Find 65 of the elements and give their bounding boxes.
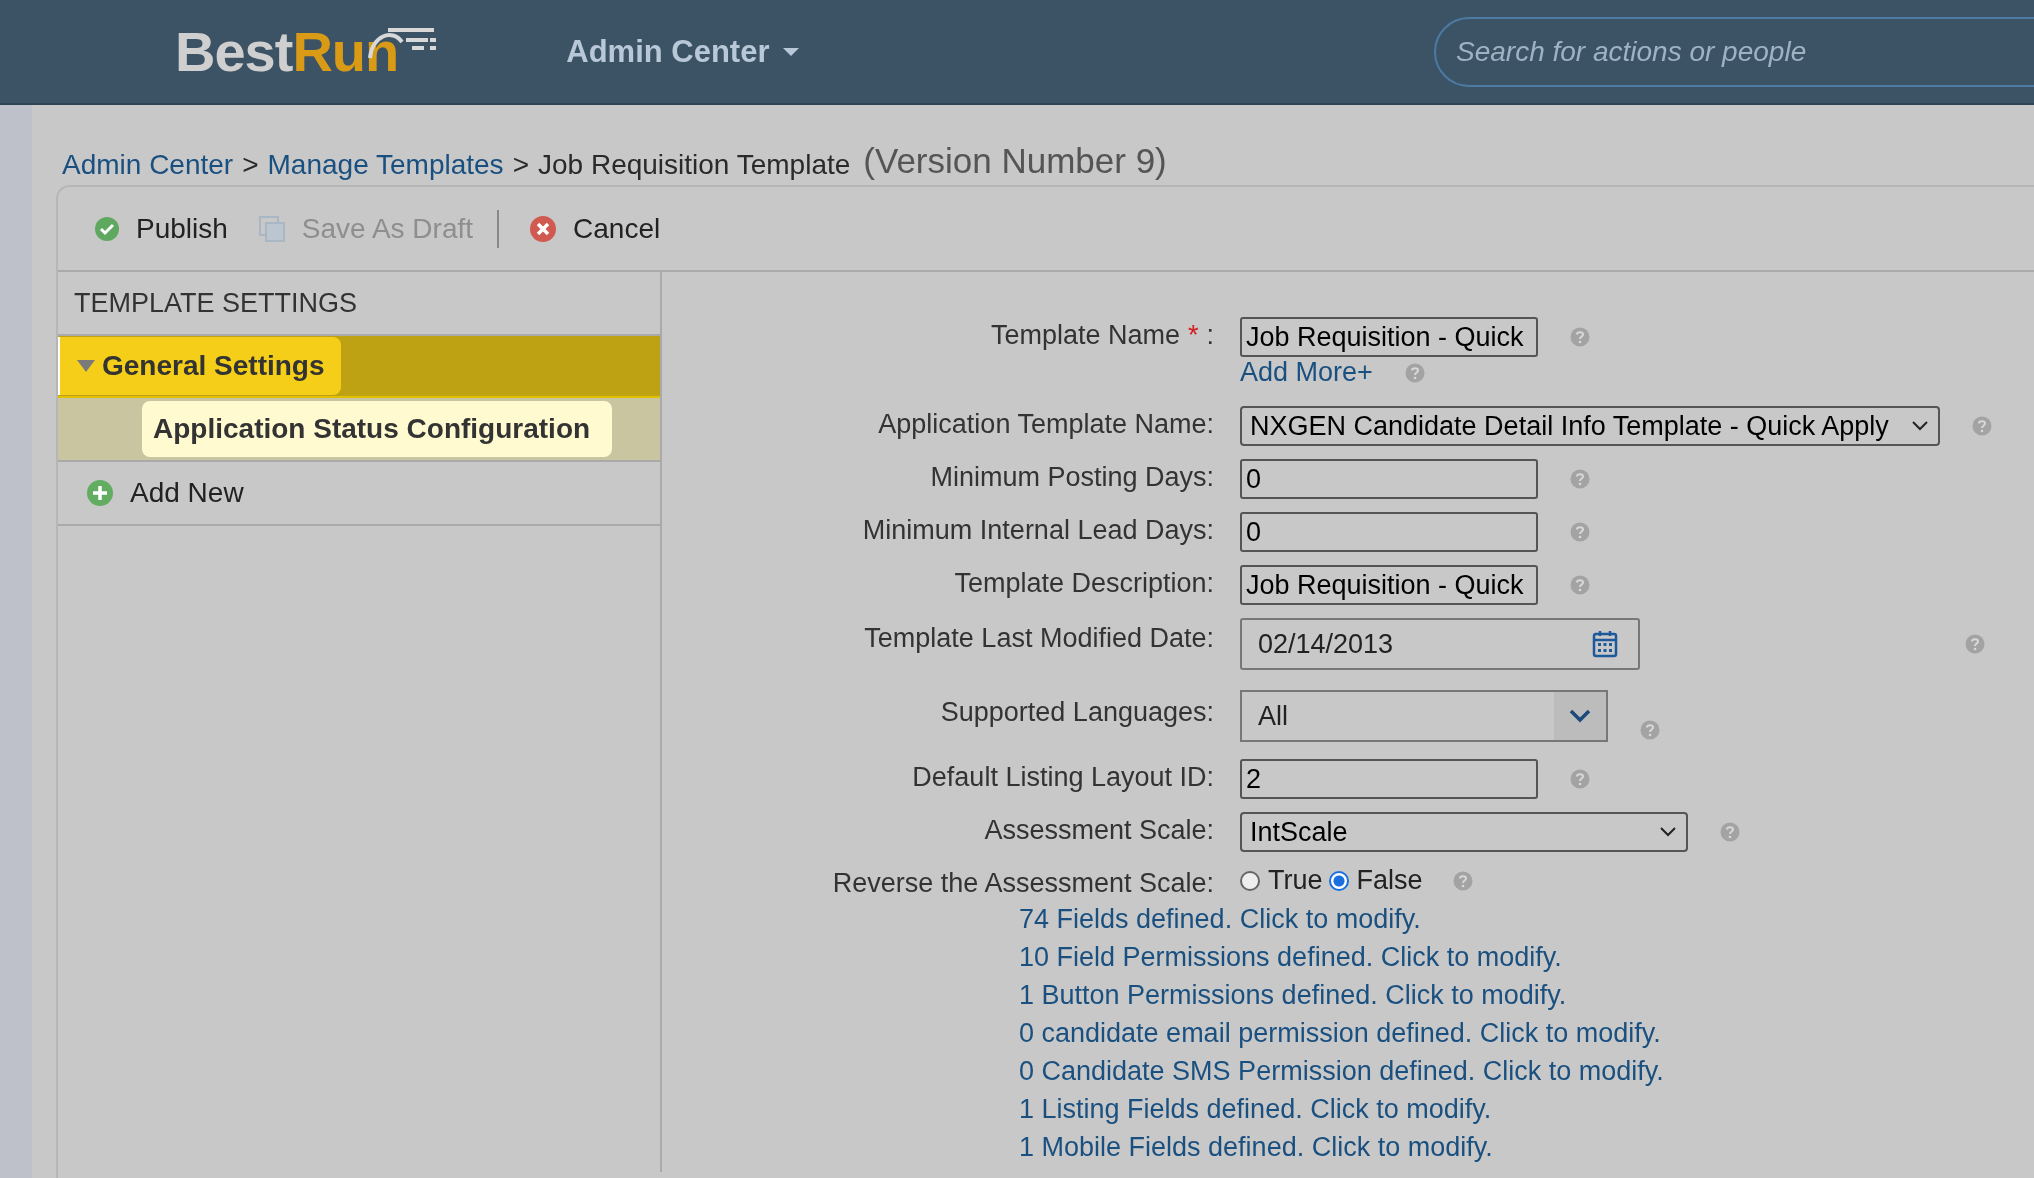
breadcrumb-separator: > <box>512 149 529 181</box>
modify-link[interactable]: 0 Candidate SMS Permission defined. Click to modify. <box>1019 1055 2034 1087</box>
modify-link[interactable]: 1 Mobile Fields defined. Click to modify. <box>1019 1131 2034 1163</box>
dropdown[interactable]: NXGEN Candidate Detail Info Template - Quick Apply <box>1240 406 1940 446</box>
breadcrumb-separator: > <box>242 149 259 181</box>
help-icon[interactable] <box>1570 575 1590 595</box>
search-field[interactable]: Search for actions or people <box>1434 16 2034 87</box>
publish-button[interactable]: Publish <box>94 212 228 245</box>
date-input[interactable]: 02/14/2013 <box>1240 618 1640 670</box>
field-label: Minimum Posting Days: <box>930 462 1214 492</box>
chevron-down-icon <box>1569 709 1591 723</box>
modify-link[interactable]: 1 Listing Fields defined. Click to modify. <box>1019 1093 2034 1125</box>
help-icon[interactable] <box>1570 469 1590 489</box>
field-label: Template Description: <box>954 568 1214 598</box>
text-input[interactable]: 0 <box>1240 459 1538 499</box>
dropdown[interactable]: IntScale <box>1240 812 1688 852</box>
modify-link[interactable]: 10 Field Permissions defined. Click to modify. <box>1019 941 2034 973</box>
modify-link[interactable]: 1 Button Permissions defined. Click to modify. <box>1019 979 2034 1011</box>
breadcrumb-link[interactable]: Admin Center <box>62 149 234 181</box>
cancel-button[interactable]: Cancel <box>529 212 661 245</box>
help-icon[interactable] <box>1720 822 1740 842</box>
field-label: Template Name <box>990 320 1180 350</box>
breadcrumb-current: Job Requisition Template <box>538 149 851 181</box>
calendar-icon <box>1592 630 1618 658</box>
help-icon[interactable] <box>1570 769 1590 789</box>
floppy-disk-icon <box>257 214 286 243</box>
field-label: Default Listing Layout ID: <box>912 762 1214 792</box>
help-icon[interactable] <box>1404 362 1425 383</box>
chevron-down-icon <box>1912 421 1928 431</box>
field-label: Supported Languages: <box>940 697 1214 727</box>
field-label: Minimum Internal Lead Days: <box>862 515 1214 545</box>
field-label: Application Template Name: <box>878 409 1214 439</box>
version-label: (Version Number 9) <box>863 141 1167 181</box>
help-icon[interactable] <box>1570 327 1590 347</box>
logo: BestRun <box>175 19 439 84</box>
plus-circle-icon <box>86 479 114 507</box>
text-input[interactable]: 0 <box>1240 512 1538 552</box>
breadcrumb-link[interactable]: Manage Templates <box>267 149 504 181</box>
help-icon[interactable] <box>1972 416 1992 436</box>
label-colon: : <box>1206 320 1214 350</box>
text-input[interactable]: Job Requisition - Quick <box>1240 317 1538 357</box>
radio-option[interactable]: True <box>1240 865 1323 896</box>
add-more-link[interactable]: Add More+ <box>1240 357 1373 388</box>
modify-link[interactable]: 74 Fields defined. Click to modify. <box>1019 903 2034 935</box>
text-input[interactable]: Job Requisition - Quick <box>1240 565 1538 605</box>
combo-box[interactable]: All <box>1240 690 1608 742</box>
admin-center-menu[interactable]: Admin Center <box>566 33 800 70</box>
text-input[interactable]: 2 <box>1240 759 1538 799</box>
caret-icon <box>781 46 800 57</box>
sidebar-item[interactable]: Application Status Configuration <box>142 401 613 457</box>
help-icon[interactable] <box>1452 870 1473 891</box>
help-icon[interactable] <box>1570 522 1590 542</box>
help-icon[interactable] <box>1640 720 1660 740</box>
chevron-down-icon <box>1660 827 1676 837</box>
modify-link[interactable]: 0 candidate email permission defined. Click to modify. <box>1019 1017 2034 1049</box>
sidebar-item[interactable]: General Settings <box>58 337 341 395</box>
add-new-button[interactable]: Add New <box>86 477 244 509</box>
close-circle-icon <box>529 214 558 243</box>
help-icon[interactable] <box>1965 634 1985 654</box>
field-label: Assessment Scale: <box>984 815 1214 845</box>
field-label: Reverse the Assessment Scale: <box>832 868 1214 898</box>
field-label: Template Last Modified Date: <box>864 623 1214 653</box>
required-mark: * <box>1187 320 1199 350</box>
radio-option[interactable]: False <box>1328 865 1423 896</box>
check-circle-icon <box>94 215 120 242</box>
